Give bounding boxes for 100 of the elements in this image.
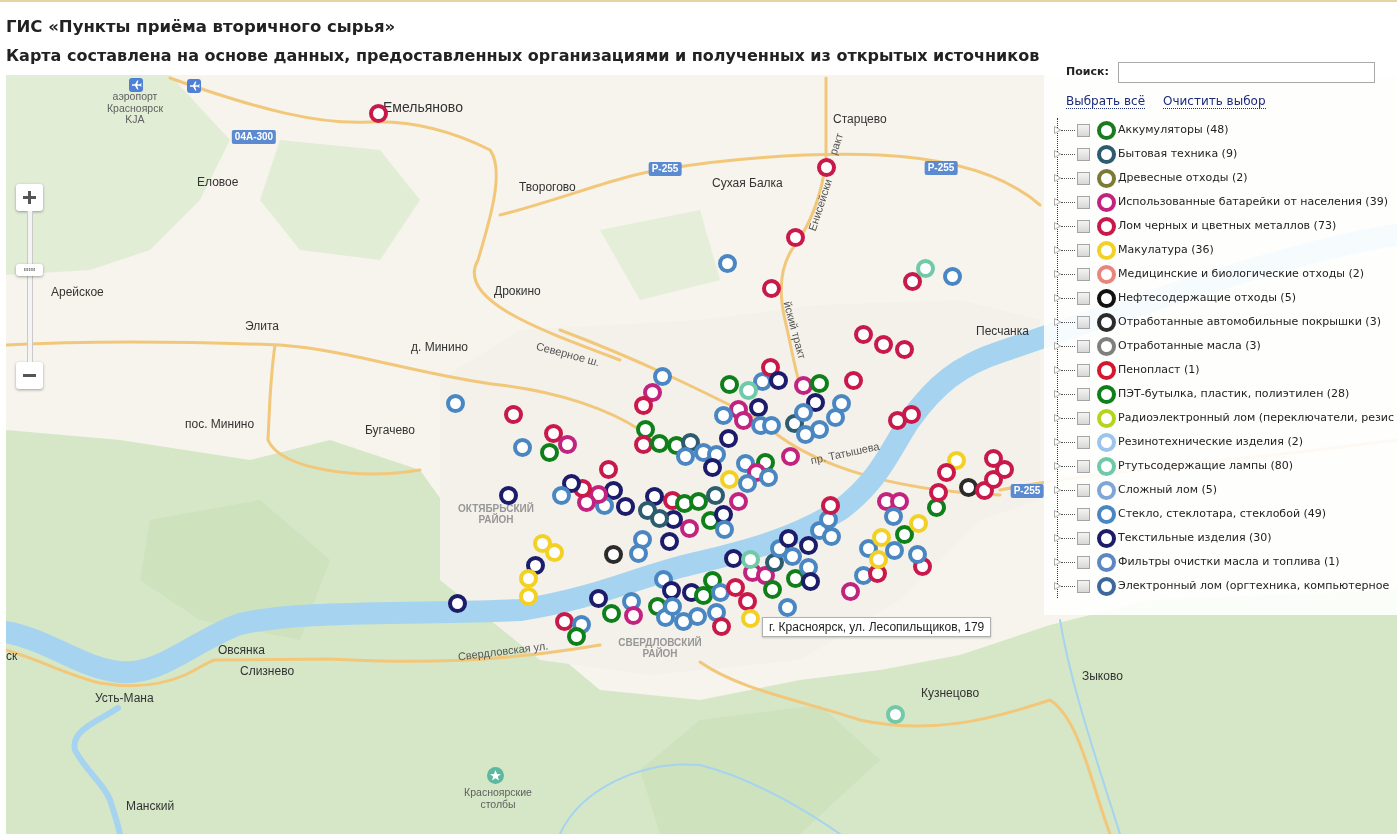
- category-label[interactable]: Текстильные изделия (30): [1118, 529, 1272, 547]
- place-label: Бугачево: [365, 423, 415, 437]
- expand-arrow-icon[interactable]: [1054, 534, 1061, 542]
- checkbox[interactable]: [1077, 123, 1090, 137]
- district-label: ОКТЯБРЬСКИЙ РАЙОН: [457, 503, 535, 525]
- checkbox[interactable]: [1077, 147, 1090, 161]
- expand-arrow-icon[interactable]: [1054, 414, 1061, 422]
- place-label: Емельяново: [383, 99, 463, 115]
- checkbox[interactable]: [1077, 243, 1090, 257]
- category-label[interactable]: Аккумуляторы (48): [1118, 121, 1229, 139]
- checkbox[interactable]: [1077, 219, 1090, 233]
- expand-arrow-icon[interactable]: [1054, 198, 1061, 206]
- minus-icon: [23, 374, 36, 377]
- expand-arrow-icon[interactable]: [1054, 486, 1061, 494]
- category-label[interactable]: Электронный лом (оргтехника, компьютерное: [1118, 577, 1390, 595]
- checkbox[interactable]: [1077, 171, 1090, 185]
- expand-arrow-icon[interactable]: [1054, 510, 1061, 518]
- category-label[interactable]: ПЭТ-бутылка, пластик, полиэтилен (28): [1118, 385, 1350, 403]
- place-label: Слизнево: [240, 664, 295, 678]
- category-label[interactable]: Резинотехнические изделия (2): [1118, 433, 1303, 451]
- checkbox[interactable]: [1077, 459, 1090, 473]
- category-label[interactable]: Медицинские и биологические отходы (2): [1118, 265, 1365, 283]
- category-label[interactable]: Нефтесодержащие отходы (5): [1118, 289, 1296, 307]
- expand-arrow-icon[interactable]: [1054, 246, 1061, 254]
- checkbox[interactable]: [1077, 483, 1090, 497]
- expand-arrow-icon[interactable]: [1054, 174, 1061, 182]
- road-number-sign: Р-255: [648, 162, 682, 176]
- place-label: Дрокино: [494, 284, 541, 298]
- expand-arrow-icon[interactable]: [1054, 150, 1061, 158]
- category-label[interactable]: Стекло, стеклотара, стеклобой (49): [1118, 505, 1327, 523]
- place-label: ск: [6, 649, 18, 663]
- category-label[interactable]: Бытовая техника (9): [1118, 145, 1238, 163]
- category-label[interactable]: Сложный лом (5): [1118, 481, 1217, 499]
- checkbox[interactable]: [1077, 555, 1090, 569]
- airplane-icon: [129, 78, 143, 92]
- expand-arrow-icon[interactable]: [1054, 462, 1061, 470]
- clear-selection-link[interactable]: Очистить выбор: [1163, 93, 1266, 109]
- checkbox[interactable]: [1077, 411, 1090, 425]
- expand-arrow-icon[interactable]: [1054, 582, 1061, 590]
- road-number-sign: 04А-300: [231, 130, 277, 144]
- road-number-sign: Р-255: [924, 161, 958, 175]
- checkbox[interactable]: [1077, 435, 1090, 449]
- place-label: Усть-Мана: [95, 691, 154, 705]
- place-label: пос. Минино: [185, 417, 255, 431]
- category-label[interactable]: Пенопласт (1): [1118, 361, 1200, 379]
- street-label: ракт: [826, 131, 846, 157]
- airplane-icon: [187, 79, 201, 93]
- street-label: пр. Татышева: [809, 439, 881, 467]
- search-label: Поиск:: [1066, 64, 1110, 81]
- checkbox[interactable]: [1077, 291, 1090, 305]
- expand-arrow-icon[interactable]: [1054, 294, 1061, 302]
- checkbox[interactable]: [1077, 363, 1090, 377]
- expand-arrow-icon[interactable]: [1054, 318, 1061, 326]
- star-icon: [487, 767, 504, 784]
- place-label: Песчанка: [976, 324, 1029, 338]
- category-label[interactable]: Фильтры очистки масла и топлива (1): [1118, 553, 1340, 571]
- category-label[interactable]: Древесные отходы (2): [1118, 169, 1248, 187]
- expand-arrow-icon[interactable]: [1054, 366, 1061, 374]
- plus-icon: [23, 191, 36, 204]
- place-label: Овсянка: [218, 643, 265, 657]
- expand-arrow-icon[interactable]: [1054, 558, 1061, 566]
- zoom-in-button[interactable]: [16, 184, 43, 211]
- checkbox[interactable]: [1077, 579, 1090, 593]
- page-title: ГИС «Пункты приёма вторичного сырья»: [6, 18, 396, 36]
- road-number-sign: Р-255: [1010, 484, 1044, 498]
- place-label: Старцево: [833, 112, 887, 126]
- place-label: д. Минино: [411, 340, 468, 354]
- place-label: Еловое: [197, 175, 239, 189]
- checkbox[interactable]: [1077, 531, 1090, 545]
- place-label: Манский: [126, 799, 175, 813]
- search-field[interactable]: [1118, 62, 1375, 83]
- checkbox[interactable]: [1077, 339, 1090, 353]
- street-label: Свердловская ул.: [457, 639, 549, 663]
- category-label[interactable]: Радиоэлектронный лом (переключатели, резис: [1118, 409, 1395, 427]
- expand-arrow-icon[interactable]: [1054, 270, 1061, 278]
- checkbox[interactable]: [1077, 387, 1090, 401]
- category-label[interactable]: Использованные батарейки от населения (39): [1118, 193, 1388, 211]
- category-label[interactable]: Ртутьсодержащие лампы (80): [1118, 457, 1294, 475]
- category-label[interactable]: Макулатура (36): [1118, 241, 1214, 259]
- checkbox[interactable]: [1077, 315, 1090, 329]
- checkbox[interactable]: [1077, 195, 1090, 209]
- district-label: СВЕРДЛОВСКИЙ РАЙОН: [617, 637, 703, 659]
- select-all-link[interactable]: Выбрать всё: [1066, 93, 1145, 109]
- landmark-label: аэропорт Красноярск KJA: [105, 91, 165, 126]
- expand-arrow-icon[interactable]: [1054, 438, 1061, 446]
- category-label[interactable]: Отработанные автомобильные покрышки (3): [1118, 313, 1381, 331]
- expand-arrow-icon[interactable]: [1054, 222, 1061, 230]
- expand-arrow-icon[interactable]: [1054, 390, 1061, 398]
- zoom-out-button[interactable]: [16, 362, 43, 389]
- checkbox[interactable]: [1077, 507, 1090, 521]
- place-label: Кузнецово: [921, 686, 980, 700]
- category-label[interactable]: Лом черных и цветных металлов (73): [1118, 217, 1337, 235]
- zoom-slider[interactable]: [16, 211, 43, 362]
- landmark-label: Красноярские столбы: [463, 787, 533, 810]
- place-label: Творогово: [519, 180, 576, 194]
- checkbox[interactable]: [1077, 267, 1090, 281]
- grip-icon: [24, 268, 35, 272]
- category-label[interactable]: Отработанные масла (3): [1118, 337, 1261, 355]
- expand-arrow-icon[interactable]: [1054, 342, 1061, 350]
- expand-arrow-icon[interactable]: [1054, 126, 1061, 134]
